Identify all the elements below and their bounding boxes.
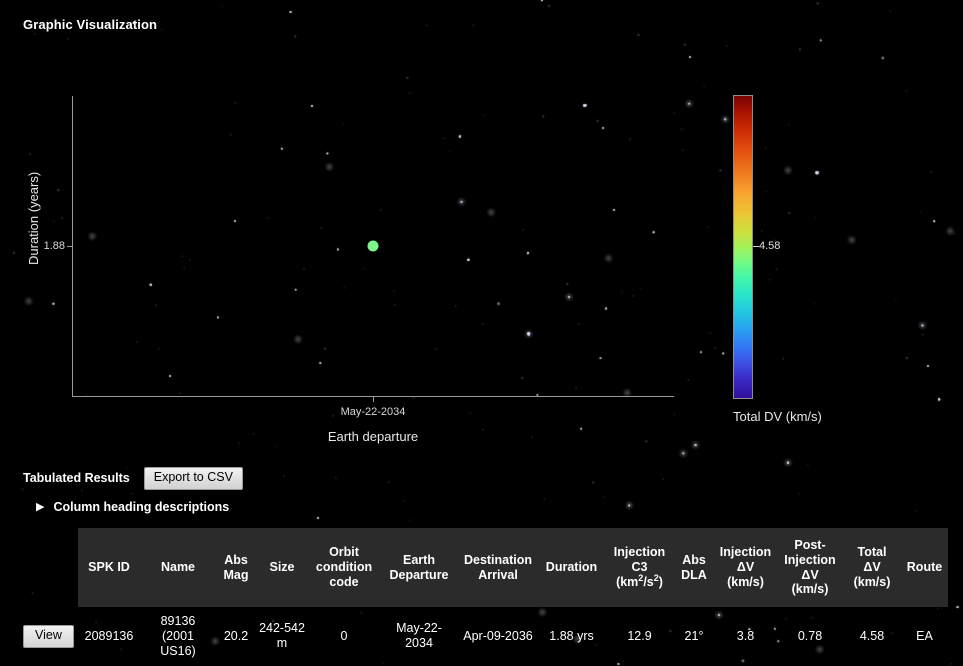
header-line: Abs (682, 552, 706, 567)
column-header-name: Name (140, 528, 216, 607)
column-header-spk-id: SPK ID (78, 528, 140, 607)
cell-earth-departure: May-22-2034 (396, 621, 442, 651)
export-to-csv-button[interactable]: Export to CSV (143, 467, 243, 490)
header-line: Departure (389, 567, 449, 582)
colorbar-gradient (733, 95, 753, 399)
header-line: /s (643, 574, 654, 589)
column-header-route: Route (901, 528, 948, 607)
column-header-injection-c3: Injection C3 (km2/s2) (605, 528, 674, 607)
cell-route: EA (916, 628, 933, 643)
results-table-container: SPK ID Name Abs Mag Size Orbit condition… (23, 528, 948, 665)
header-line: ΔV (863, 560, 881, 575)
header-line: ΔV (801, 567, 819, 582)
header-line: code (329, 574, 359, 589)
cell-size: 242-542 m (259, 621, 305, 651)
x-tick-label: May-22-2034 (340, 406, 406, 418)
view-button[interactable]: View (23, 624, 74, 648)
column-header-duration: Duration (538, 528, 605, 607)
header-line: Injection (613, 545, 666, 560)
column-header-size: Size (256, 528, 308, 607)
cell-abs-dla: 21° (684, 628, 704, 643)
cell-total-dv: 4.58 (859, 628, 885, 643)
page-title: Graphic Visualization (23, 17, 158, 32)
scatter-data-point[interactable] (367, 240, 379, 252)
y-tick-label: 1.88 (43, 240, 65, 252)
colorbar-title: Total DV (km/s) (733, 409, 822, 424)
column-header-destination-arrival: Destination Arrival (458, 528, 538, 607)
y-axis-line (72, 96, 73, 397)
cell-post-injection-dv: 0.78 (797, 628, 823, 643)
column-heading-descriptions-toggle[interactable]: ▶ Column heading descriptions (36, 500, 229, 514)
cell-duration: 1.88 yrs (549, 628, 594, 643)
header-line: condition (315, 560, 373, 575)
header-line: (km/s) (853, 574, 891, 589)
cell-injection-dv: 3.8 (736, 628, 755, 643)
row-action-cell: View (23, 607, 78, 665)
column-header-orbit-condition-code: Orbit condition code (308, 528, 380, 607)
header-line: Injection (719, 545, 772, 560)
header-line: Orbit (329, 545, 359, 560)
header-line: (km/s) (727, 574, 764, 589)
column-header-total-dv: Total ΔV (km/s) (843, 528, 901, 607)
header-line: DLA (681, 567, 707, 582)
tabulated-results-label: Tabulated Results (23, 471, 130, 486)
column-header-injection-dv: Injection ΔV (km/s) (714, 528, 777, 607)
header-line: Abs (224, 552, 248, 567)
header-line: (km/s) (791, 582, 829, 597)
column-header-abs-dla: Abs DLA (674, 528, 714, 607)
column-header-post-injection-dv: Post- Injection ΔV (km/s) (777, 528, 843, 607)
header-line: Destination (463, 552, 533, 567)
cell-injection-c3: 12.9 (627, 628, 652, 643)
x-tick-mark (373, 397, 374, 402)
tabulated-results-bar: Tabulated Results Export to CSV (23, 467, 243, 490)
column-header-earth-departure: Earth Departure (380, 528, 458, 607)
table-header-row: SPK ID Name Abs Mag Size Orbit condition… (23, 528, 948, 607)
colorbar: 4.58 Total DV (km/s) (733, 95, 822, 424)
table-row: View 2089136 89136 (2001 US16) 20.2 242-… (23, 607, 948, 665)
y-axis-label: Duration (years) (26, 171, 41, 265)
header-line: Total (857, 545, 887, 560)
cell-spk-id: 2089136 (84, 628, 134, 643)
results-table: SPK ID Name Abs Mag Size Orbit condition… (23, 528, 948, 665)
cell-name: 89136 (2001 US16) (160, 614, 196, 658)
column-heading-descriptions-label: Column heading descriptions (53, 500, 230, 514)
plot-axes-area: 1.88 May-22-2034 (44, 96, 674, 418)
colorbar-tick-label: 4.58 (759, 240, 781, 252)
cell-abs-mag: 20.2 (223, 628, 249, 643)
header-line: ) (658, 574, 663, 589)
header-line: (km (616, 574, 639, 589)
cell-destination-arrival: Apr-09-2036 (463, 628, 533, 643)
header-line: Post- (794, 538, 826, 552)
y-tick-mark (67, 246, 72, 247)
header-line: Injection (784, 552, 836, 567)
header-line: Earth (403, 552, 435, 567)
header-line: ΔV (736, 560, 755, 575)
cell-orbit-condition-code: 0 (340, 628, 348, 643)
triangle-right-icon: ▶ (36, 500, 45, 513)
column-header-abs-mag: Abs Mag (216, 528, 256, 607)
table-body: View 2089136 89136 (2001 US16) 20.2 242-… (23, 607, 948, 665)
header-line: Arrival (478, 567, 518, 582)
header-line: Mag (223, 567, 249, 582)
table-header: SPK ID Name Abs Mag Size Orbit condition… (23, 528, 948, 607)
graphic-visualization-plot: Duration (years) Earth departure 1.88 Ma… (0, 60, 963, 460)
x-axis-label: Earth departure (327, 429, 419, 444)
column-header-action (23, 528, 78, 607)
